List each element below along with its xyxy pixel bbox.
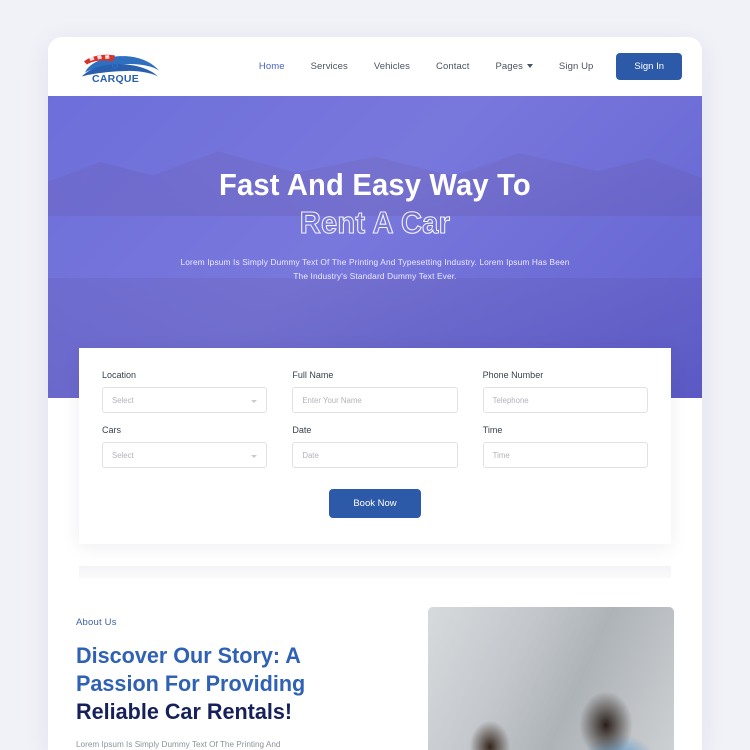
book-now-button[interactable]: Book Now (329, 489, 421, 518)
about-text-column: About Us Discover Our Story: A Passion F… (76, 607, 404, 750)
field-date: Date Date (292, 425, 458, 468)
car-logo-icon: CARQUE (82, 54, 159, 84)
about-eyebrow: About Us (76, 617, 117, 628)
field-label-time: Time (482, 425, 503, 435)
booking-form-grid: Location Select Full Name Enter Your Nam… (102, 370, 648, 471)
nav-item-pages-label: Pages (495, 61, 523, 72)
field-phone-number: Phone Number Telephone (482, 370, 648, 413)
chevron-down-icon (526, 64, 533, 68)
brand-logo-link[interactable]: CARQUE (78, 50, 162, 84)
nav-item-home[interactable]: Home (246, 55, 298, 78)
about-heading-line1: Discover Our Story: A (76, 643, 301, 668)
field-label-phone-number: Phone Number (482, 370, 544, 380)
about-heading: Discover Our Story: A Passion For Provid… (76, 642, 391, 726)
phone-number-input[interactable]: Telephone (482, 387, 648, 413)
nav-item-contact[interactable]: Contact (423, 55, 482, 78)
full-name-input[interactable]: Enter Your Name (292, 387, 458, 413)
field-time: Time Time (482, 425, 648, 468)
location-select[interactable]: Select (102, 387, 268, 413)
main-navigation: Home Services Vehicles Contact Pages Sig… (246, 53, 682, 80)
about-photo-content (428, 607, 674, 750)
field-cars: Cars Select (102, 425, 268, 468)
sign-in-button[interactable]: Sign In (616, 53, 682, 80)
date-input[interactable]: Date (292, 442, 458, 468)
field-label-cars: Cars (102, 425, 122, 435)
about-heading-line2: Passion For Providing (76, 670, 306, 696)
field-label-location: Location (102, 370, 137, 380)
nav-item-sign-up[interactable]: Sign Up (546, 55, 607, 78)
nav-item-services[interactable]: Services (298, 55, 361, 78)
field-label-date: Date (292, 425, 312, 435)
field-location: Location Select (102, 370, 268, 413)
hero-title-line1: Fast And Easy Way To (219, 167, 531, 202)
nav-item-pages[interactable]: Pages (482, 55, 545, 78)
hero-title-line2: Rent A Car (299, 205, 451, 241)
about-body-text: Lorem Ipsum Is Simply Dummy Text Of The … (76, 739, 281, 749)
section-divider (79, 566, 671, 578)
svg-text:CARQUE: CARQUE (92, 73, 139, 84)
booking-form-card: Location Select Full Name Enter Your Nam… (79, 348, 671, 544)
hero-subtitle: Lorem Ipsum Is Simply Dummy Text Of The … (180, 257, 570, 281)
page-container: CARQUE Home Services Vehicles Contact Pa… (48, 37, 702, 750)
site-header: CARQUE Home Services Vehicles Contact Pa… (48, 37, 702, 96)
time-input[interactable]: Time (482, 442, 648, 468)
about-heading-line3: Reliable Car Rentals! (76, 698, 293, 724)
field-label-full-name: Full Name (292, 370, 334, 380)
book-now-wrapper: Book Now (102, 489, 648, 518)
about-section: About Us Discover Our Story: A Passion F… (48, 607, 702, 750)
field-full-name: Full Name Enter Your Name (292, 370, 458, 413)
cars-select[interactable]: Select (102, 442, 268, 468)
about-image (428, 607, 674, 750)
nav-item-vehicles[interactable]: Vehicles (361, 55, 423, 78)
